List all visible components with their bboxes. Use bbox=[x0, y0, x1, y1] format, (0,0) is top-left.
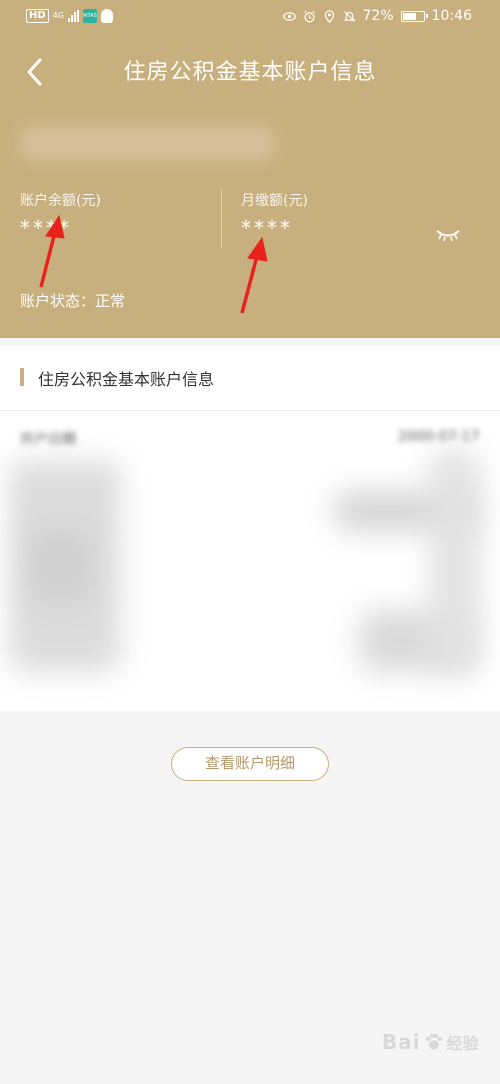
baidu-watermark: Bai 经验 bbox=[382, 1030, 479, 1054]
page-title: 住房公积金基本账户信息 bbox=[123, 60, 377, 85]
status-right: 72% 10:46 bbox=[282, 8, 472, 24]
blurred-account-name bbox=[20, 126, 275, 160]
hd-badge: HD bbox=[26, 9, 49, 23]
monthly-value: **** bbox=[241, 216, 293, 240]
signal-icon bbox=[67, 10, 79, 22]
stat-divider bbox=[221, 188, 222, 248]
watermark-brand: Bai bbox=[382, 1030, 421, 1054]
detail-row-value: 2000-07-17 bbox=[398, 429, 480, 445]
view-account-detail-button[interactable]: 查看账户明细 bbox=[171, 747, 329, 781]
annotation-arrows bbox=[39, 214, 268, 314]
blurred-content bbox=[430, 451, 480, 671]
eye-closed-icon[interactable] bbox=[434, 226, 462, 244]
account-header: HD 4G MTAS 72% 10:46 住房公积金基本账户信息 账户余额(元)… bbox=[0, 0, 500, 338]
network-type: 4G bbox=[52, 11, 64, 20]
status-bar: HD 4G MTAS 72% 10:46 bbox=[0, 0, 500, 36]
clock: 10:46 bbox=[431, 8, 472, 24]
battery-percent: 72% bbox=[362, 8, 394, 24]
qq-notification-icon bbox=[100, 9, 113, 23]
battery-icon bbox=[400, 10, 428, 22]
account-details-blurred: 开户日期 2000-07-17 bbox=[0, 411, 500, 711]
mute-icon bbox=[343, 10, 355, 22]
alarm-icon bbox=[303, 10, 315, 22]
watermark-suffix: 经验 bbox=[446, 1034, 479, 1053]
detail-row-label: 开户日期 bbox=[20, 432, 76, 448]
app-notification-icon: MTAS bbox=[82, 9, 97, 23]
account-status: 账户状态：正常 bbox=[20, 292, 126, 310]
status-left: HD 4G MTAS bbox=[26, 9, 113, 23]
location-icon bbox=[324, 9, 334, 23]
battery-level-fill bbox=[402, 12, 417, 20]
monthly-label: 月缴额(元) bbox=[241, 193, 308, 209]
balance-label: 账户余额(元) bbox=[20, 193, 101, 209]
paw-icon bbox=[425, 1033, 442, 1050]
arrow-to-monthly bbox=[240, 236, 268, 314]
section-title: 住房公积金基本账户信息 bbox=[38, 370, 215, 389]
section-accent-bar bbox=[20, 368, 24, 386]
section-header: 住房公积金基本账户信息 bbox=[0, 346, 500, 411]
balance-value: **** bbox=[20, 216, 72, 240]
blurred-content bbox=[30, 531, 90, 601]
eye-icon bbox=[282, 11, 296, 21]
